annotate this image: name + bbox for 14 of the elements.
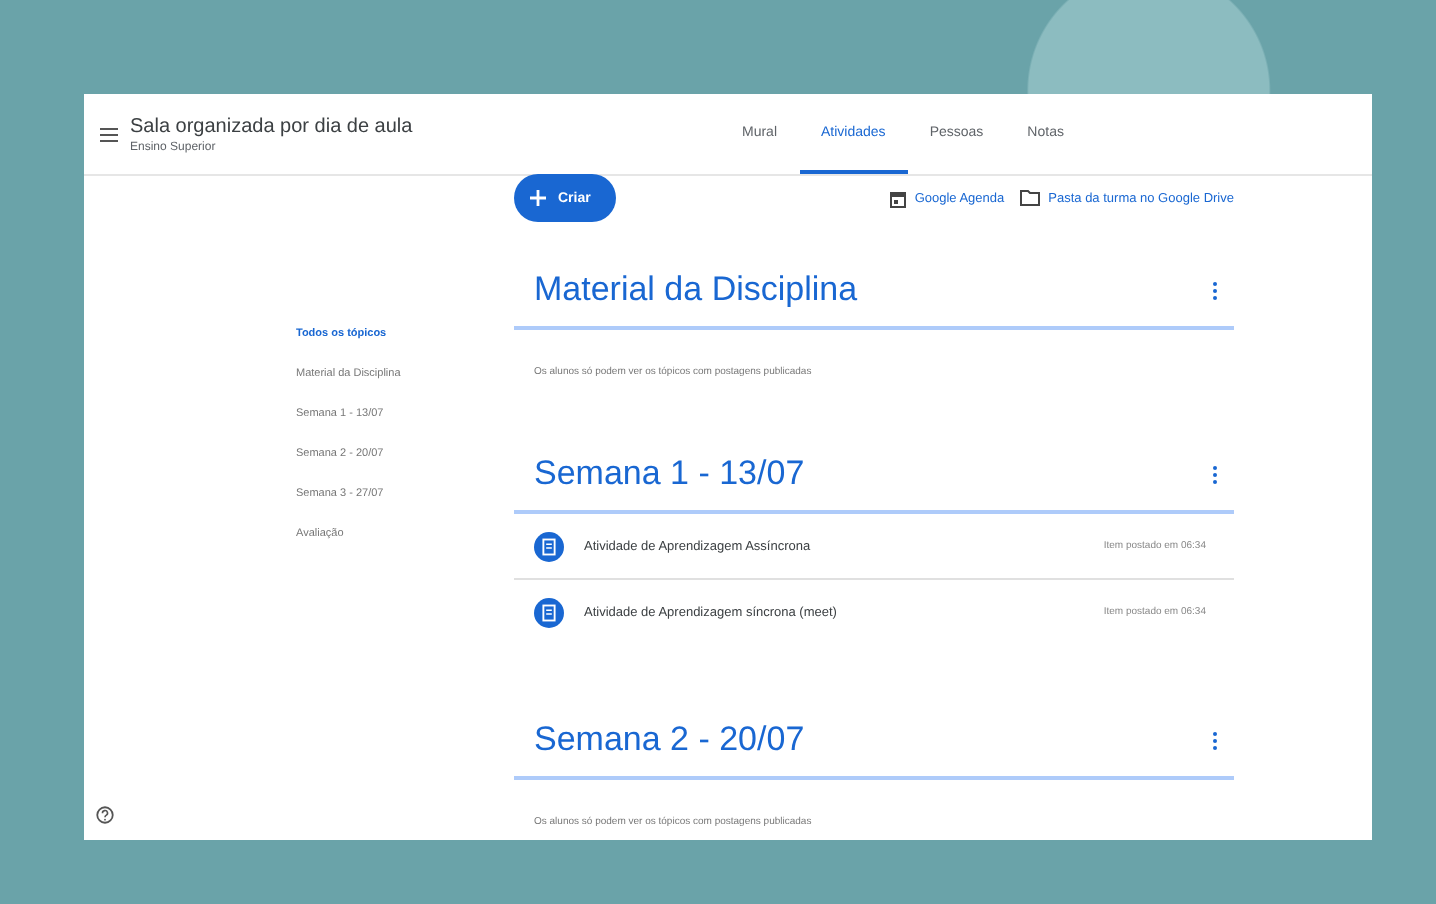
topic-title: Semana 2 - 20/07	[534, 720, 805, 760]
class-title: Sala organizada por dia de aula	[130, 115, 415, 137]
topic-title: Semana 1 - 13/07	[534, 454, 805, 494]
help-icon[interactable]	[96, 806, 114, 824]
assignment-icon	[534, 531, 564, 561]
menu-icon[interactable]	[100, 127, 118, 141]
topic-title: Material da Disciplina	[534, 270, 858, 310]
more-options-icon[interactable]	[1212, 281, 1218, 299]
more-options-icon[interactable]	[1212, 465, 1218, 483]
plus-icon	[530, 190, 546, 206]
more-options-icon[interactable]	[1212, 731, 1218, 749]
calendar-icon	[890, 189, 907, 207]
folder-icon	[1020, 190, 1041, 206]
assignment-icon	[534, 597, 564, 627]
